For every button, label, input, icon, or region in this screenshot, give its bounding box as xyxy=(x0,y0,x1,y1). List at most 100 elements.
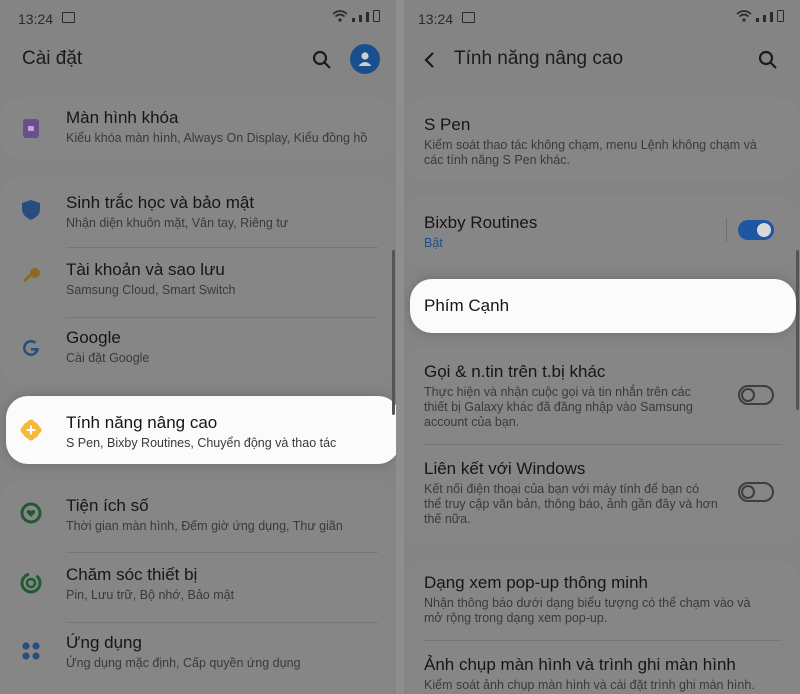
settings-group-screen: Dạng xem pop-up thông minh Nhận thông bá… xyxy=(404,560,800,694)
settings-item-subtitle: Thực hiện và nhận cuộc gọi và tin nhắn t… xyxy=(424,385,691,399)
settings-item-subtitle: thế nữa. xyxy=(424,512,471,526)
settings-item-subtitle: Nhận diện khuôn mặt, Vân tay, Riêng tư xyxy=(66,216,289,230)
device-care-icon xyxy=(20,572,42,594)
settings-item-title: Liên kết với Windows xyxy=(424,459,586,478)
advanced-features-icon xyxy=(20,419,42,441)
shield-icon xyxy=(20,199,42,221)
settings-item-subtitle: S Pen, Bixby Routines, Chuyển động và th… xyxy=(66,436,337,450)
status-time: 13:24 xyxy=(418,11,454,27)
settings-item-subtitle: Samsung Cloud, Smart Switch xyxy=(66,283,236,297)
link-windows-toggle[interactable] xyxy=(738,482,774,502)
screen-divider xyxy=(396,0,404,694)
settings-item-title: Màn hình khóa xyxy=(66,108,179,127)
status-bar: 13:24 xyxy=(404,0,800,36)
page-title: Tính năng nâng cao xyxy=(454,48,624,69)
search-icon[interactable] xyxy=(308,46,336,74)
status-time: 13:24 xyxy=(18,11,54,27)
settings-item-side-key[interactable]: Phím Cạnh xyxy=(410,279,796,333)
wifi-icon xyxy=(736,10,752,22)
google-icon xyxy=(20,337,42,359)
settings-item-title: Google xyxy=(66,328,121,347)
settings-group-device: Tiện ích số Thời gian màn hình, Đếm giờ … xyxy=(0,480,396,694)
settings-item-digital-wellbeing[interactable]: Tiện ích số Thời gian màn hình, Đếm giờ … xyxy=(0,480,396,550)
key-icon xyxy=(20,266,42,288)
scrollbar[interactable] xyxy=(392,250,395,415)
settings-item-title: S Pen xyxy=(424,115,471,134)
settings-item-subtitle: Thời gian màn hình, Đếm giờ ứng dụng, Th… xyxy=(66,519,343,533)
app-bar: Cài đặt xyxy=(0,36,396,84)
settings-group-connect: Gọi & n.tin trên t.bị khác Thực hiện và … xyxy=(404,348,800,546)
settings-item-subtitle: Nhận thông báo dưới dạng biểu tượng có t… xyxy=(424,596,751,610)
settings-item-subtitle: Kiểm soát ảnh chụp màn hình và cài đặt t… xyxy=(424,678,755,692)
settings-item-device-care[interactable]: Chăm sóc thiết bị Pin, Lưu trữ, Bộ nhớ, … xyxy=(0,553,396,621)
settings-item-subtitle: Kết nối điện thoại của bạn với máy tính … xyxy=(424,482,700,496)
settings-item-screenshot-recorder[interactable]: Ảnh chụp màn hình và trình ghi màn hình … xyxy=(404,641,800,694)
settings-item-status: Bật xyxy=(424,236,443,250)
settings-screen: 13:24 Cài đặt Màn hình khóa Kiểu khóa mà… xyxy=(0,0,396,694)
settings-item-title: Ảnh chụp màn hình và trình ghi màn hình xyxy=(424,655,736,674)
settings-item-title: Ứng dụng xyxy=(66,633,142,652)
settings-item-subtitle: Kiểm soát thao tác không chạm, menu Lệnh… xyxy=(424,138,757,152)
user-icon xyxy=(358,52,372,66)
signal-bar-icon xyxy=(770,12,773,22)
settings-item-subtitle: mở rộng trong dạng xem pop-up. xyxy=(424,611,608,625)
settings-item-bixby-routines[interactable]: Bixby Routines Bật xyxy=(404,196,800,268)
settings-item-subtitle: account của bạn. xyxy=(424,415,520,429)
signal-icons xyxy=(736,10,784,22)
page-title: Cài đặt xyxy=(22,48,83,69)
settings-item-subtitle: thiết bị Galaxy khác đã đăng nhập vào Sa… xyxy=(424,400,693,414)
settings-item-accounts[interactable]: Tài khoản và sao lưu Samsung Cloud, Smar… xyxy=(0,248,396,316)
settings-item-smart-popup[interactable]: Dạng xem pop-up thông minh Nhận thông bá… xyxy=(404,560,800,638)
bixby-routines-toggle[interactable] xyxy=(738,220,774,240)
digital-wellbeing-icon xyxy=(20,502,42,524)
signal-bar-icon xyxy=(359,15,362,22)
settings-item-spen[interactable]: S Pen Kiểm soát thao tác không chạm, men… xyxy=(404,98,800,180)
signal-bar-icon xyxy=(366,12,369,22)
settings-item-apps[interactable]: Ứng dụng Ứng dụng mặc định, Cấp quyền ứn… xyxy=(0,623,396,691)
battery-icon xyxy=(373,10,380,22)
apps-icon xyxy=(20,640,42,662)
settings-item-calls-other-devices[interactable]: Gọi & n.tin trên t.bị khác Thực hiện và … xyxy=(404,348,800,444)
signal-icons xyxy=(332,10,380,22)
settings-item-subtitle: thể truy cập văn bản, thông báo, ảnh gần… xyxy=(424,497,718,511)
signal-bar-icon xyxy=(756,18,759,22)
settings-item-title: Tài khoản và sao lưu xyxy=(66,260,225,279)
settings-item-biometrics[interactable]: Sinh trắc học và bảo mật Nhận diện khuôn… xyxy=(0,177,396,245)
settings-item-advanced-features[interactable]: Tính năng nâng cao S Pen, Bixby Routines… xyxy=(6,396,396,464)
app-bar: Tính năng nâng cao xyxy=(404,36,800,84)
settings-item-title: Tính năng nâng cao xyxy=(66,413,218,432)
wifi-icon xyxy=(332,10,348,22)
settings-item-link-windows[interactable]: Liên kết với Windows Kết nối điện thoại … xyxy=(404,445,800,545)
lock-icon xyxy=(20,117,42,139)
gallery-notification-icon xyxy=(62,12,75,23)
settings-item-title: Dạng xem pop-up thông minh xyxy=(424,573,648,592)
settings-item-title: Tiện ích số xyxy=(66,496,149,515)
settings-item-subtitle: các tính năng S Pen khác. xyxy=(424,153,570,167)
settings-item-title: Phím Cạnh xyxy=(424,296,510,315)
settings-item-google[interactable]: Google Cài đặt Google xyxy=(0,318,396,384)
settings-item-title: Bixby Routines xyxy=(424,213,538,232)
calls-other-devices-toggle[interactable] xyxy=(738,385,774,405)
settings-item-title: Chăm sóc thiết bị xyxy=(66,565,198,584)
advanced-features-screen: 13:24 Tính năng nâng cao S Pen Kiểm soát… xyxy=(404,0,800,694)
signal-bar-icon xyxy=(352,18,355,22)
settings-item-subtitle: Cài đặt Google xyxy=(66,351,150,365)
battery-icon xyxy=(777,10,784,22)
scrollbar[interactable] xyxy=(796,250,799,410)
settings-group-lockscreen: Màn hình khóa Kiểu khóa màn hình, Always… xyxy=(0,98,396,160)
settings-item-subtitle: Ứng dụng mặc định, Cấp quyền ứng dụng xyxy=(66,656,301,670)
settings-group-bixby: Bixby Routines Bật xyxy=(404,196,800,268)
settings-item-subtitle: Pin, Lưu trữ, Bộ nhớ, Bảo mật xyxy=(66,588,235,602)
search-icon[interactable] xyxy=(754,46,782,74)
settings-group-security: Sinh trắc học và bảo mật Nhận diện khuôn… xyxy=(0,177,396,384)
gallery-notification-icon xyxy=(462,12,475,23)
status-bar: 13:24 xyxy=(0,0,396,36)
signal-bar-icon xyxy=(763,15,766,22)
settings-item-subtitle: Kiểu khóa màn hình, Always On Display, K… xyxy=(66,131,368,145)
settings-item-lockscreen[interactable]: Màn hình khóa Kiểu khóa màn hình, Always… xyxy=(0,98,396,160)
back-arrow-icon[interactable] xyxy=(416,46,444,74)
settings-item-title: Sinh trắc học và bảo mật xyxy=(66,193,255,212)
settings-item-title: Gọi & n.tin trên t.bị khác xyxy=(424,362,606,381)
avatar[interactable] xyxy=(350,44,380,74)
divider xyxy=(726,218,727,242)
